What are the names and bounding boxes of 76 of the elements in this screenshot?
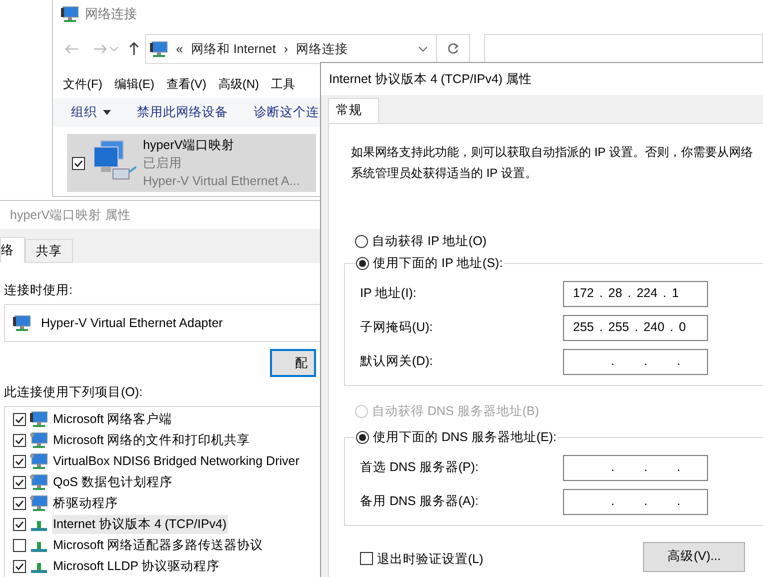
menu-item[interactable]: 工具 — [271, 75, 295, 93]
tab[interactable]: 常规 — [328, 98, 379, 123]
network-service-icon — [30, 411, 48, 428]
adapter-name: hyperV端口映射 — [143, 137, 236, 154]
checkbox[interactable] — [72, 156, 85, 170]
checkbox[interactable] — [13, 518, 26, 531]
field-label: 首选 DNS 服务器(P): — [360, 459, 480, 476]
command-button[interactable]: 诊断这个连 — [254, 103, 319, 122]
field-label: 子网掩码(U): — [360, 319, 434, 336]
menu-item[interactable]: 高级(N) — [218, 75, 259, 93]
up-arrow-icon[interactable] — [129, 42, 139, 56]
menu-item[interactable]: 编辑(E) — [114, 75, 154, 93]
checkbox-label: 退出时验证设置(L) — [377, 550, 484, 568]
network-folder-icon — [150, 40, 168, 58]
tab[interactable]: 共享 — [25, 239, 73, 263]
list-item[interactable]: Microsoft 网络适配器多路传送器协议 — [52, 536, 264, 555]
network-folder-icon — [61, 6, 79, 22]
tab[interactable]: 络 — [0, 237, 25, 263]
breadcrumb-item[interactable]: « — [176, 40, 183, 58]
list-item[interactable]: QoS 数据包计划程序 — [52, 473, 174, 492]
adapter-status: 已启用 — [143, 155, 183, 172]
network-service-icon — [30, 474, 48, 491]
radio-label: 自动获得 IP 地址(O) — [372, 233, 487, 250]
window-title: 网络连接 — [85, 5, 137, 24]
breadcrumb-item[interactable]: 网络和 Internet — [190, 40, 276, 58]
list-item[interactable]: 桥驱动程序 — [52, 494, 119, 513]
adapter-name: Hyper-V Virtual Ethernet Adapter — [41, 314, 223, 332]
dialog-title: Internet 协议版本 4 (TCP/IPv4) 属性 — [329, 70, 532, 88]
command-button[interactable]: 组织 — [71, 103, 111, 122]
network-service-icon — [30, 432, 48, 449]
ip-address-field[interactable]: . . . — [563, 488, 708, 514]
list-item[interactable]: Microsoft 网络的文件和打印机共享 — [52, 431, 252, 450]
network-adapter-icon — [13, 314, 31, 332]
checkbox[interactable] — [13, 434, 26, 447]
field-label: 备用 DNS 服务器(A): — [360, 493, 480, 510]
dropdown-caret-icon — [103, 110, 111, 115]
adapter-tile[interactable]: hyperV端口映射 已启用 Hyper-V Virtual Ethernet A... — [67, 134, 316, 192]
menu-item[interactable]: 查看(V) — [166, 75, 206, 93]
list-item[interactable]: Microsoft 网络客户端 — [52, 410, 174, 429]
radio-button[interactable] — [355, 234, 368, 248]
network-service-icon — [30, 453, 48, 470]
ip-address-field[interactable]: 255 . 255 . 240 . 0 — [563, 314, 708, 341]
checkbox[interactable] — [13, 413, 26, 426]
breadcrumb-item[interactable]: 网络连接 — [296, 40, 348, 58]
configure-button[interactable]: 配 — [270, 349, 316, 377]
checkbox[interactable] — [13, 476, 26, 489]
command-button[interactable]: 禁用此网络设备 — [137, 103, 228, 122]
items-label: 此连接使用下列项目(O): — [4, 384, 144, 401]
connect-using-label: 连接时使用: — [4, 282, 74, 299]
advanced-button[interactable]: 高级(V)... — [643, 542, 746, 572]
radio-label: 使用下面的 IP 地址(S): — [373, 255, 503, 272]
checkbox[interactable] — [13, 539, 26, 552]
radio-button[interactable] — [356, 256, 369, 270]
breadcrumb-item[interactable]: › — [284, 40, 288, 58]
list-item[interactable]: Microsoft LLDP 协议驱动程序 — [52, 557, 221, 576]
checkbox[interactable] — [13, 497, 26, 510]
dialog-title: hyperV端口映射 属性 — [10, 206, 132, 224]
adapter-device: Hyper-V Virtual Ethernet A... — [143, 173, 300, 190]
field-label: IP 地址(I): — [360, 285, 418, 302]
ip-address-field[interactable]: . . . — [563, 454, 708, 480]
network-service-icon — [30, 495, 48, 512]
checkbox[interactable] — [360, 552, 373, 566]
ip-address-field[interactable]: 172 . 28 . 224 . 1 — [563, 280, 708, 307]
field-label: 默认网关(D): — [360, 353, 434, 370]
ip-address-field[interactable]: . . . — [563, 348, 708, 375]
description-text: 如果网络支持此功能，则可以获取自动指派的 IP 设置。否则，你需要从网络系统管理员处获得适当的 IP 设置。 — [350, 144, 754, 182]
radio-label: 使用下面的 DNS 服务器地址(E): — [373, 428, 556, 446]
radio-label: 自动获得 DNS 服务器地址(B) — [372, 402, 539, 420]
refresh-icon — [447, 43, 459, 55]
checkbox[interactable] — [13, 455, 26, 468]
menu-item[interactable]: 文件(F) — [63, 75, 102, 93]
checkbox[interactable] — [13, 560, 26, 573]
radio-button[interactable] — [356, 430, 369, 444]
list-item[interactable]: VirtualBox NDIS6 Bridged Networking Driver — [52, 452, 300, 471]
dropdown-chevron-icon[interactable] — [418, 46, 428, 52]
list-item[interactable]: Internet 协议版本 4 (TCP/IPv4) — [52, 515, 228, 534]
